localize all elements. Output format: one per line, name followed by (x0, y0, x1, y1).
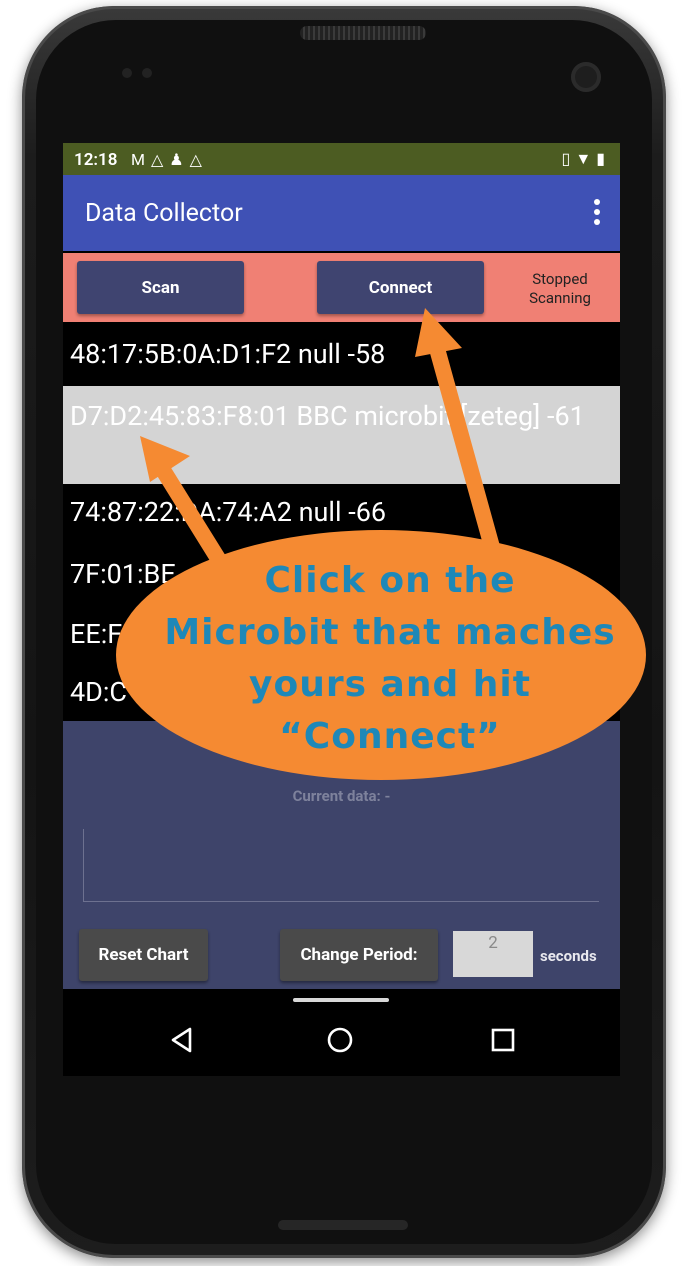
notification-icons: M△♟△ (131, 150, 208, 169)
callout-line1: Click on the (264, 560, 516, 601)
seconds-label: seconds (540, 947, 597, 965)
system-icons: ▯▼▮ (562, 149, 610, 169)
chart-area (83, 829, 599, 902)
callout-text: Click on the Microbit that maches yours … (150, 555, 630, 763)
drive-icon: △ (189, 150, 208, 169)
light-sensor (142, 68, 152, 78)
device-row[interactable]: 48:17:5B:0A:D1:F2 null -58 (63, 324, 620, 386)
callout-line2: Microbit that maches (164, 612, 616, 653)
wifi-icon: ▼ (575, 149, 597, 168)
navigation-bar (63, 1005, 620, 1076)
proximity-sensor (122, 68, 132, 78)
scan-button[interactable]: Scan (77, 261, 244, 314)
scan-status: Stopped Scanning (515, 270, 605, 308)
scan-status-line1: Stopped (532, 270, 588, 288)
front-camera (571, 62, 601, 92)
keyhole-icon: ♟ (169, 150, 190, 169)
callout-line3: yours and hit (249, 664, 531, 705)
scan-toolbar: Scan Connect Stopped Scanning (63, 253, 620, 322)
home-icon[interactable] (325, 1025, 355, 1055)
period-input[interactable]: 2 (453, 931, 533, 977)
status-bar: 12:18 M△♟△ ▯▼▮ (63, 143, 620, 175)
overflow-menu-icon[interactable] (594, 199, 602, 229)
earpiece-speaker (300, 26, 426, 40)
app-title: Data Collector (85, 199, 243, 228)
device-row-selected[interactable]: D7:D2:45:83:F8:01 BBC microbit [zeteg] -… (63, 386, 620, 484)
scan-status-line2: Scanning (529, 289, 591, 307)
bottom-speaker (278, 1220, 408, 1230)
battery-icon: ▮ (596, 149, 610, 168)
callout-line4: “Connect” (279, 716, 501, 757)
home-indicator[interactable] (293, 998, 389, 1002)
app-bar: Data Collector (63, 175, 620, 251)
gmail-icon: M (131, 150, 151, 169)
drive-icon: △ (150, 150, 170, 169)
reset-chart-button[interactable]: Reset Chart (79, 929, 208, 981)
device-row[interactable]: 74:87:22:DA:74:A2 null -66 (63, 484, 620, 544)
back-icon[interactable] (167, 1025, 197, 1055)
change-period-button[interactable]: Change Period: (280, 929, 438, 981)
connect-button[interactable]: Connect (317, 261, 484, 314)
status-time: 12:18 (74, 150, 118, 170)
vibrate-icon: ▯ (561, 149, 576, 168)
recent-apps-icon[interactable] (488, 1025, 518, 1055)
current-data-label: Current data: - (292, 787, 391, 805)
